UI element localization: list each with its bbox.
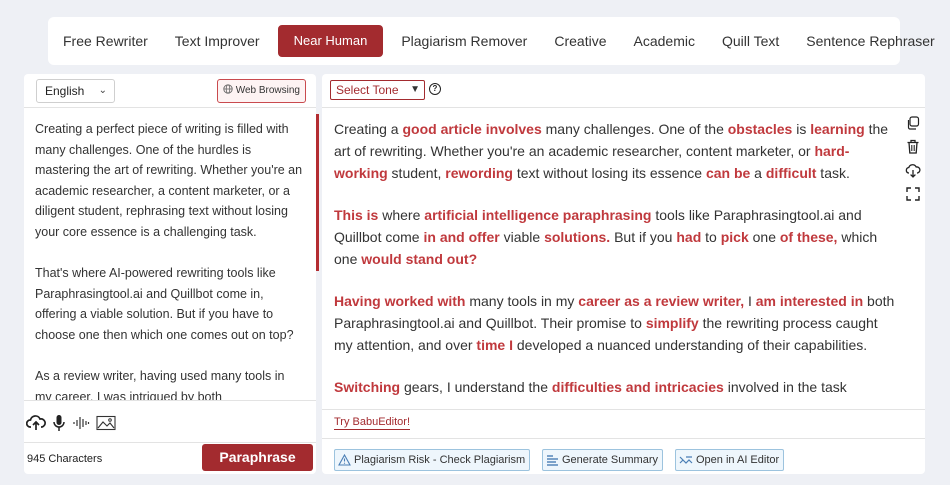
changed-phrase[interactable]: rewording xyxy=(445,165,513,181)
changed-phrase[interactable]: artificial intelligence paraphrasing xyxy=(424,207,651,223)
unchanged-text: developed a nuanced understanding of the… xyxy=(513,337,868,353)
tone-select-label: Select Tone xyxy=(336,83,399,97)
chevron-down-icon: ▼ xyxy=(410,84,420,95)
open-ai-editor-label: Open in AI Editor xyxy=(696,454,780,466)
changed-phrase[interactable]: obstacles xyxy=(728,121,793,137)
changed-phrase[interactable]: solutions. xyxy=(544,229,610,245)
mode-tab-creative[interactable]: Creative xyxy=(545,25,615,57)
unchanged-text: many challenges. One of the xyxy=(541,121,728,137)
changed-phrase[interactable]: Having worked with xyxy=(334,293,465,309)
output-panel: Select Tone ▼ ? Creating a good article … xyxy=(322,74,925,474)
changed-phrase[interactable]: would stand out? xyxy=(361,251,477,267)
language-select[interactable]: English ⌄ xyxy=(36,79,115,103)
warning-icon xyxy=(338,454,351,466)
unchanged-text: where xyxy=(378,207,425,223)
unchanged-text: task. xyxy=(816,165,850,181)
generate-summary-label: Generate Summary xyxy=(562,454,658,466)
input-paragraph: As a review writer, having used many too… xyxy=(35,369,285,401)
generate-summary-button[interactable]: Generate Summary xyxy=(542,449,663,471)
changed-phrase[interactable]: had xyxy=(676,229,701,245)
changed-phrase[interactable]: simplify xyxy=(646,315,699,331)
paraphrase-button[interactable]: Paraphrase xyxy=(202,444,313,471)
output-paragraph: Switching gears, I understand the diffic… xyxy=(334,376,895,398)
mode-tab-quill-text[interactable]: Quill Text xyxy=(713,25,788,57)
input-textarea[interactable]: Creating a perfect piece of writing is f… xyxy=(24,111,316,401)
editor-icon xyxy=(679,456,693,464)
changed-phrase[interactable]: good article involves xyxy=(402,121,541,137)
check-plagiarism-button[interactable]: Plagiarism Risk - Check Plagiarism xyxy=(334,449,531,471)
mode-tab-sentence-rephraser[interactable]: Sentence Rephraser xyxy=(797,25,943,57)
summary-lines-icon xyxy=(547,455,558,466)
output-side-tools xyxy=(905,116,921,210)
unchanged-text: to xyxy=(701,229,721,245)
input-scrollbar[interactable] xyxy=(316,114,319,271)
chevron-down-icon: ⌄ xyxy=(98,85,107,96)
web-browsing-label: Web Browsing xyxy=(235,85,300,96)
changed-phrase[interactable]: career as a review writer, xyxy=(578,293,744,309)
changed-phrase[interactable]: in and offer xyxy=(423,229,499,245)
unchanged-text: a xyxy=(750,165,766,181)
changed-phrase[interactable]: pick xyxy=(721,229,749,245)
output-footer: Plagiarism Risk - Check Plagiarism Gener… xyxy=(322,438,925,474)
download-cloud-icon[interactable] xyxy=(905,163,921,187)
open-ai-editor-button[interactable]: Open in AI Editor xyxy=(675,449,785,471)
output-paragraph: This is where artificial intelligence pa… xyxy=(334,204,895,270)
input-panel: English ⌄ Web Browsing Creating a perfec… xyxy=(24,74,319,474)
unchanged-text: many tools in my xyxy=(465,293,579,309)
fullscreen-icon[interactable] xyxy=(906,187,920,210)
try-babueditor-link[interactable]: Try BabuEditor! xyxy=(334,416,411,430)
mode-tab-text-improver[interactable]: Text Improver xyxy=(166,25,269,57)
trash-icon[interactable] xyxy=(906,139,920,163)
mode-tabs: Free Rewriter Text Improver Near Human Plag… xyxy=(48,17,935,65)
mode-tab-academic[interactable]: Academic xyxy=(625,25,704,57)
help-icon[interactable]: ? xyxy=(429,83,441,95)
changed-phrase[interactable]: can be xyxy=(706,165,750,181)
copy-icon[interactable] xyxy=(906,116,920,139)
unchanged-text: But if you xyxy=(610,229,677,245)
unchanged-text: student, xyxy=(387,165,446,181)
unchanged-text: text without losing its essence xyxy=(512,165,706,181)
mode-tab-near-human[interactable]: Near Human xyxy=(277,25,384,57)
changed-phrase[interactable]: difficult xyxy=(766,165,817,181)
unchanged-text: Creating a xyxy=(334,121,403,137)
character-count: 945 Characters xyxy=(27,453,103,465)
input-tools xyxy=(24,414,122,437)
changed-phrase[interactable]: This is xyxy=(334,207,378,223)
image-icon[interactable] xyxy=(96,415,122,436)
web-browsing-button[interactable]: Web Browsing xyxy=(216,79,306,103)
output-paragraph: Having worked with many tools in my care… xyxy=(334,290,895,356)
changed-phrase[interactable]: time I xyxy=(476,337,513,353)
output-toolbar: Select Tone ▼ ? xyxy=(322,74,925,108)
unchanged-text: one xyxy=(748,229,780,245)
upload-cloud-icon[interactable] xyxy=(25,414,52,437)
unchanged-text: is xyxy=(792,121,811,137)
input-footer: 945 Characters Paraphrase xyxy=(24,442,316,474)
changed-phrase[interactable]: Switching xyxy=(334,379,400,395)
changed-phrase[interactable]: am interested in xyxy=(756,293,863,309)
globe-icon xyxy=(223,80,233,102)
changed-phrase[interactable]: difficulties and intricacies xyxy=(552,379,724,395)
mode-tab-plagiarism-remover[interactable]: Plagiarism Remover xyxy=(392,25,536,57)
tone-select[interactable]: Select Tone ▼ xyxy=(330,80,425,100)
input-paragraph: Creating a perfect piece of writing is f… xyxy=(35,122,303,239)
output-paragraph: Creating a good article involves many ch… xyxy=(334,118,895,184)
language-value: English xyxy=(45,84,85,98)
output-text: Creating a good article involves many ch… xyxy=(322,110,925,410)
check-plagiarism-label: Plagiarism Risk - Check Plagiarism xyxy=(354,454,526,466)
changed-phrase[interactable]: learning xyxy=(810,121,864,137)
changed-phrase[interactable]: of these, xyxy=(780,229,838,245)
unchanged-text: involved in the task xyxy=(723,379,847,395)
unchanged-text: viable xyxy=(499,229,545,245)
unchanged-text: I xyxy=(744,293,756,309)
unchanged-text: gears, I understand the xyxy=(400,379,552,395)
audio-wave-icon[interactable] xyxy=(72,414,96,437)
input-paragraph: That's where AI-powered rewriting tools … xyxy=(35,266,294,342)
microphone-icon[interactable] xyxy=(52,414,72,437)
input-toolbar: English ⌄ Web Browsing xyxy=(24,74,316,108)
mode-tab-free-rewriter[interactable]: Free Rewriter xyxy=(54,25,157,57)
